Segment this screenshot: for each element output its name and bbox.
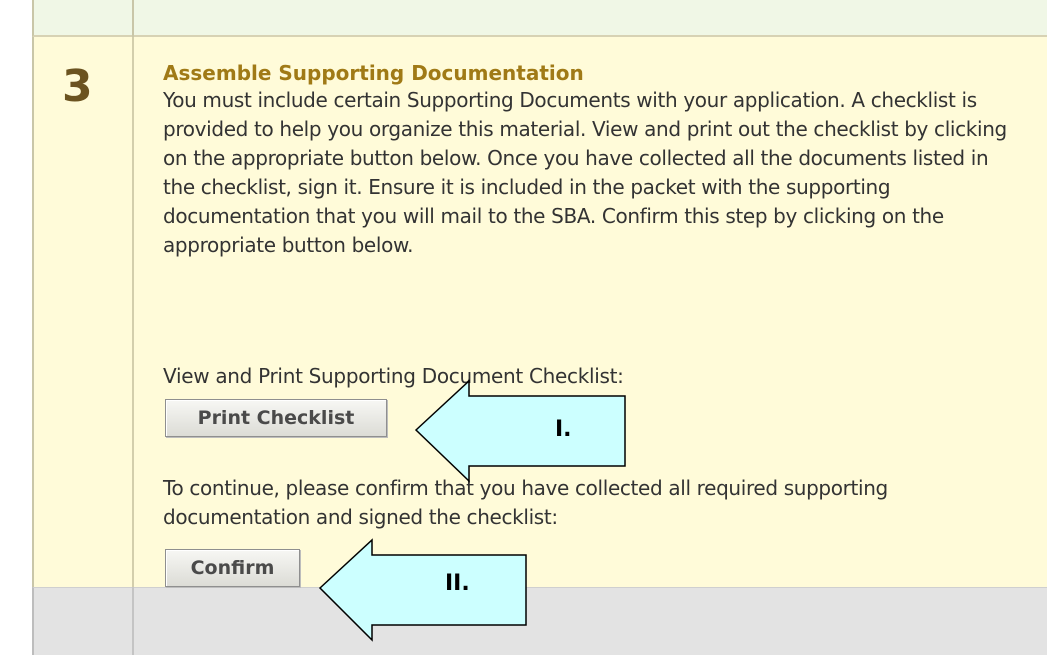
callout-label-2: II. bbox=[445, 571, 470, 596]
callout-arrow-1: I. II. bbox=[318, 379, 626, 642]
callout-arrow-1-shape bbox=[414, 379, 626, 483]
callout-arrow-2-shape bbox=[318, 538, 527, 642]
callout-label-1: I. bbox=[555, 417, 572, 442]
page: 3 Assemble Supporting Documentation You … bbox=[0, 0, 1047, 655]
